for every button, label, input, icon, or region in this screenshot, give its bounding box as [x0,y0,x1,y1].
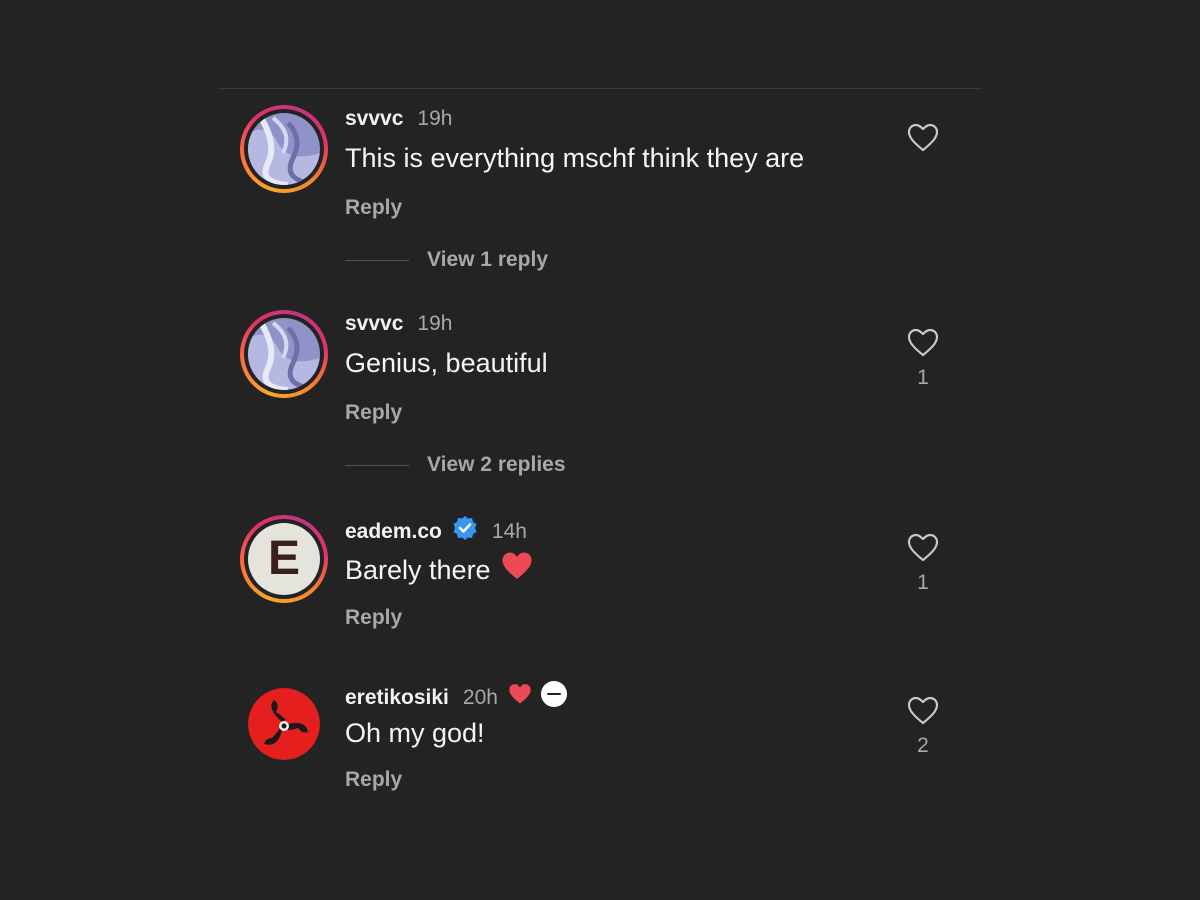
comment-text: Genius, beautiful [345,348,548,378]
view-replies-label: View 2 replies [427,453,566,476]
view-replies-button[interactable]: View 2 replies [345,453,566,477]
red-heart-icon [508,683,532,713]
avatar[interactable] [248,688,320,760]
comment-text-body: Barely there [345,555,491,585]
comment-meta: svvvc 19h [345,105,452,133]
avatar[interactable] [240,105,328,193]
comment-meta: svvvc 19h [345,310,452,338]
reply-button[interactable]: Reply [345,399,402,427]
avatar[interactable]: E [240,515,328,603]
like-button[interactable]: 1 [905,328,941,390]
creator-badge-icon [540,680,568,716]
like-button[interactable] [905,123,941,153]
view-replies-button[interactable]: View 1 reply [345,248,548,272]
thread-line [345,259,409,261]
thread-line [345,464,409,466]
like-button[interactable]: 2 [905,696,941,758]
avatar-letter: E [267,532,300,585]
comment-meta: eretikosiki 20h [345,680,568,716]
timestamp: 19h [417,107,453,130]
username[interactable]: eadem.co [345,518,442,546]
view-replies-label: View 1 reply [427,248,549,271]
timestamp: 14h [491,520,527,543]
comment-text: Barely there [345,551,533,589]
username[interactable]: eretikosiki [345,684,449,712]
like-count: 1 [917,366,929,389]
heart-outline-icon [907,533,939,562]
avatar[interactable] [240,310,328,398]
reply-button[interactable]: Reply [345,766,402,794]
like-count: 2 [917,734,929,757]
comment-meta: eadem.co 14h [345,515,527,549]
top-divider [218,88,982,89]
heart-outline-icon [907,123,939,152]
username[interactable]: svvvc [345,310,403,338]
like-button[interactable]: 1 [905,533,941,595]
like-count: 1 [917,571,929,594]
timestamp: 19h [417,312,453,335]
heart-outline-icon [907,328,939,357]
verified-badge-icon [452,515,478,549]
red-heart-icon [501,551,533,589]
comment-text: Oh my god! [345,718,485,748]
reply-button[interactable]: Reply [345,194,402,222]
username[interactable]: svvvc [345,105,403,133]
heart-outline-icon [907,696,939,725]
reply-button[interactable]: Reply [345,604,402,632]
timestamp: 20h [462,686,498,709]
comment-text: This is everything mschf think they are [345,143,805,173]
